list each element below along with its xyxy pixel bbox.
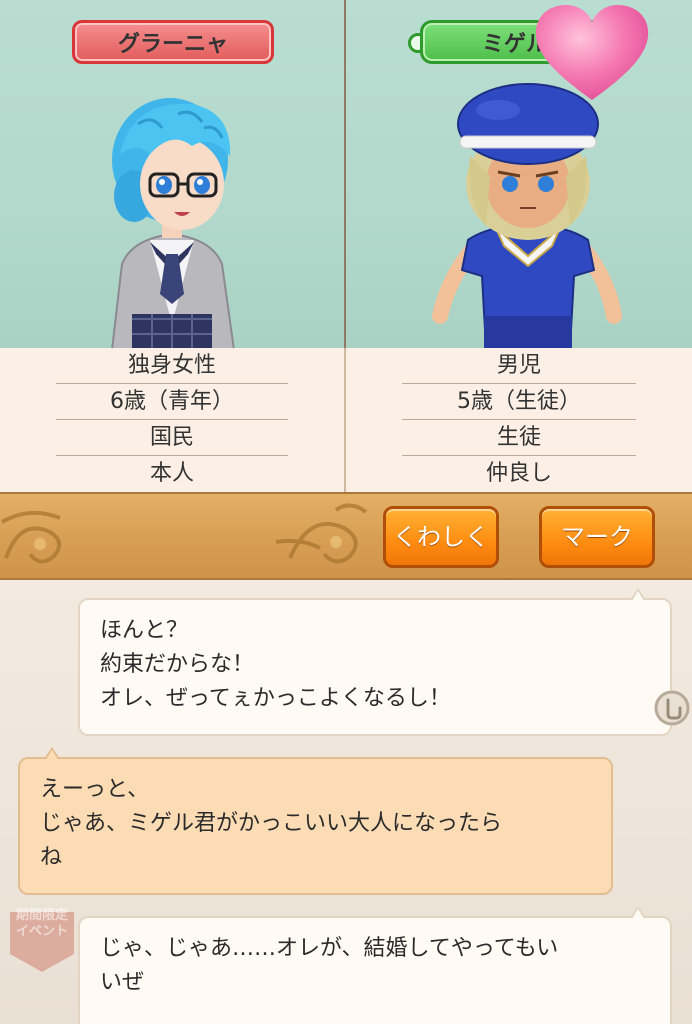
- male-character-avatar: [432, 83, 622, 348]
- chat-line: えーっと、: [40, 777, 150, 802]
- right-info-status: 生徒: [402, 420, 636, 456]
- left-info-age: 6歳（青年）: [56, 384, 288, 420]
- event-badge-line-1: 期間限定: [15, 908, 68, 923]
- female-character-avatar: [111, 98, 235, 348]
- action-bar: くわしく マーク: [0, 492, 692, 580]
- ornament-scroll-icon: [1, 503, 368, 564]
- bubble-tail: [630, 588, 646, 601]
- details-button[interactable]: くわしく: [383, 506, 499, 568]
- chat-line: じゃあ、ミゲル君がかっこいい大人になったら: [40, 811, 503, 836]
- right-info-age: 5歳（生徒）: [402, 384, 636, 420]
- right-info-gender: 男児: [402, 348, 636, 384]
- chat-log[interactable]: 期間限定 イベント ほんと？ 約束だからな！ オレ、ぜってぇかっこよくなるし！ …: [0, 580, 692, 1024]
- portrait-panel: グラーニャ ミゲル: [0, 0, 692, 348]
- chat-line: じゃ、じゃあ……オレが、結婚してやってもい: [100, 936, 559, 961]
- event-badge-line-2: イベント: [15, 924, 68, 939]
- left-character-portrait[interactable]: グラーニャ: [0, 0, 346, 348]
- right-info-relation: 仲良し: [485, 461, 552, 486]
- character-info-table: 独身女性 6歳（青年） 国民 本人 男児 5歳（生徒） 生徒 仲良し: [0, 348, 692, 492]
- chat-bubble-left: えーっと、 じゃあ、ミゲル君がかっこいい大人になったら ね: [18, 747, 613, 895]
- left-info-gender: 独身女性: [56, 348, 288, 384]
- left-character-info: 独身女性 6歳（青年） 国民 本人: [0, 348, 346, 492]
- mark-button[interactable]: マーク: [539, 506, 655, 568]
- chat-line: いぜ: [100, 970, 145, 995]
- left-info-relation: 本人: [149, 461, 194, 486]
- tap-hand-icon[interactable]: [654, 690, 690, 726]
- heart-icon: [535, 5, 649, 100]
- left-character-name-tag: グラーニャ: [72, 20, 274, 64]
- chat-line: オレ、ぜってぇかっこよくなるし！: [100, 686, 451, 711]
- right-character-info: 男児 5歳（生徒） 生徒 仲良し: [346, 348, 692, 492]
- chat-bubble-right: じゃ、じゃあ……オレが、結婚してやってもい いぜ: [78, 906, 672, 1024]
- chat-line: ね: [40, 845, 63, 870]
- bubble-tail: [630, 906, 646, 919]
- left-info-status: 国民: [56, 420, 288, 456]
- chat-line: 約束だからな！: [100, 652, 255, 677]
- chat-bubble-right: ほんと？ 約束だからな！ オレ、ぜってぇかっこよくなるし！: [78, 588, 672, 736]
- event-badge-label: 期間限定 イベント: [6, 908, 78, 940]
- bubble-tail: [44, 747, 60, 760]
- chat-line: ほんと？: [100, 618, 189, 643]
